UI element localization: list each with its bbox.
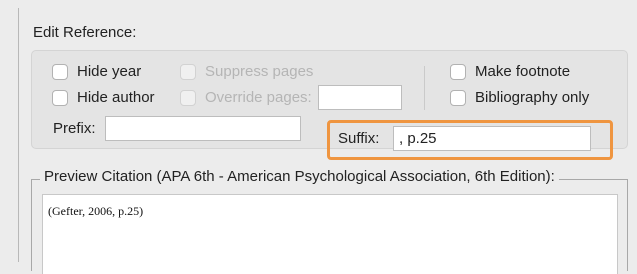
options-divider — [424, 66, 425, 110]
override-pages-input[interactable] — [318, 85, 402, 110]
preview-citation-group: Preview Citation (APA 6th - American Psy… — [31, 168, 628, 274]
bibliography-only-checkbox[interactable] — [450, 89, 466, 106]
override-pages-checkbox — [180, 89, 196, 106]
hide-author-label: Hide author — [77, 89, 155, 106]
hide-year-label: Hide year — [77, 63, 142, 80]
prefix-input[interactable] — [105, 116, 301, 141]
suppress-pages-option: Suppress pages — [180, 63, 313, 80]
bibliography-only-option[interactable]: Bibliography only — [450, 89, 589, 106]
edit-reference-dialog: Edit Reference: Hide year Hide author Su… — [18, 8, 637, 274]
hide-year-checkbox[interactable] — [52, 63, 68, 80]
edit-reference-heading: Edit Reference: — [33, 24, 137, 41]
make-footnote-checkbox[interactable] — [450, 63, 466, 80]
suffix-label: Suffix: — [338, 130, 380, 147]
override-pages-option: Override pages: — [180, 89, 312, 106]
preview-citation-area[interactable]: (Gefter, 2006, p.25) — [42, 194, 618, 274]
preview-citation-title: Preview Citation (APA 6th - American Psy… — [40, 168, 559, 185]
suppress-pages-label: Suppress pages — [205, 63, 314, 80]
bibliography-only-label: Bibliography only — [475, 89, 590, 106]
make-footnote-option[interactable]: Make footnote — [450, 63, 570, 80]
hide-year-option[interactable]: Hide year — [52, 63, 141, 80]
prefix-label: Prefix: — [53, 120, 96, 137]
override-pages-label: Override pages: — [205, 89, 312, 106]
hide-author-option[interactable]: Hide author — [52, 89, 155, 106]
suffix-input[interactable] — [393, 126, 591, 151]
preview-citation-text: (Gefter, 2006, p.25) — [48, 204, 144, 218]
hide-author-checkbox[interactable] — [52, 89, 68, 106]
make-footnote-label: Make footnote — [475, 63, 571, 80]
suppress-pages-checkbox — [180, 63, 196, 80]
